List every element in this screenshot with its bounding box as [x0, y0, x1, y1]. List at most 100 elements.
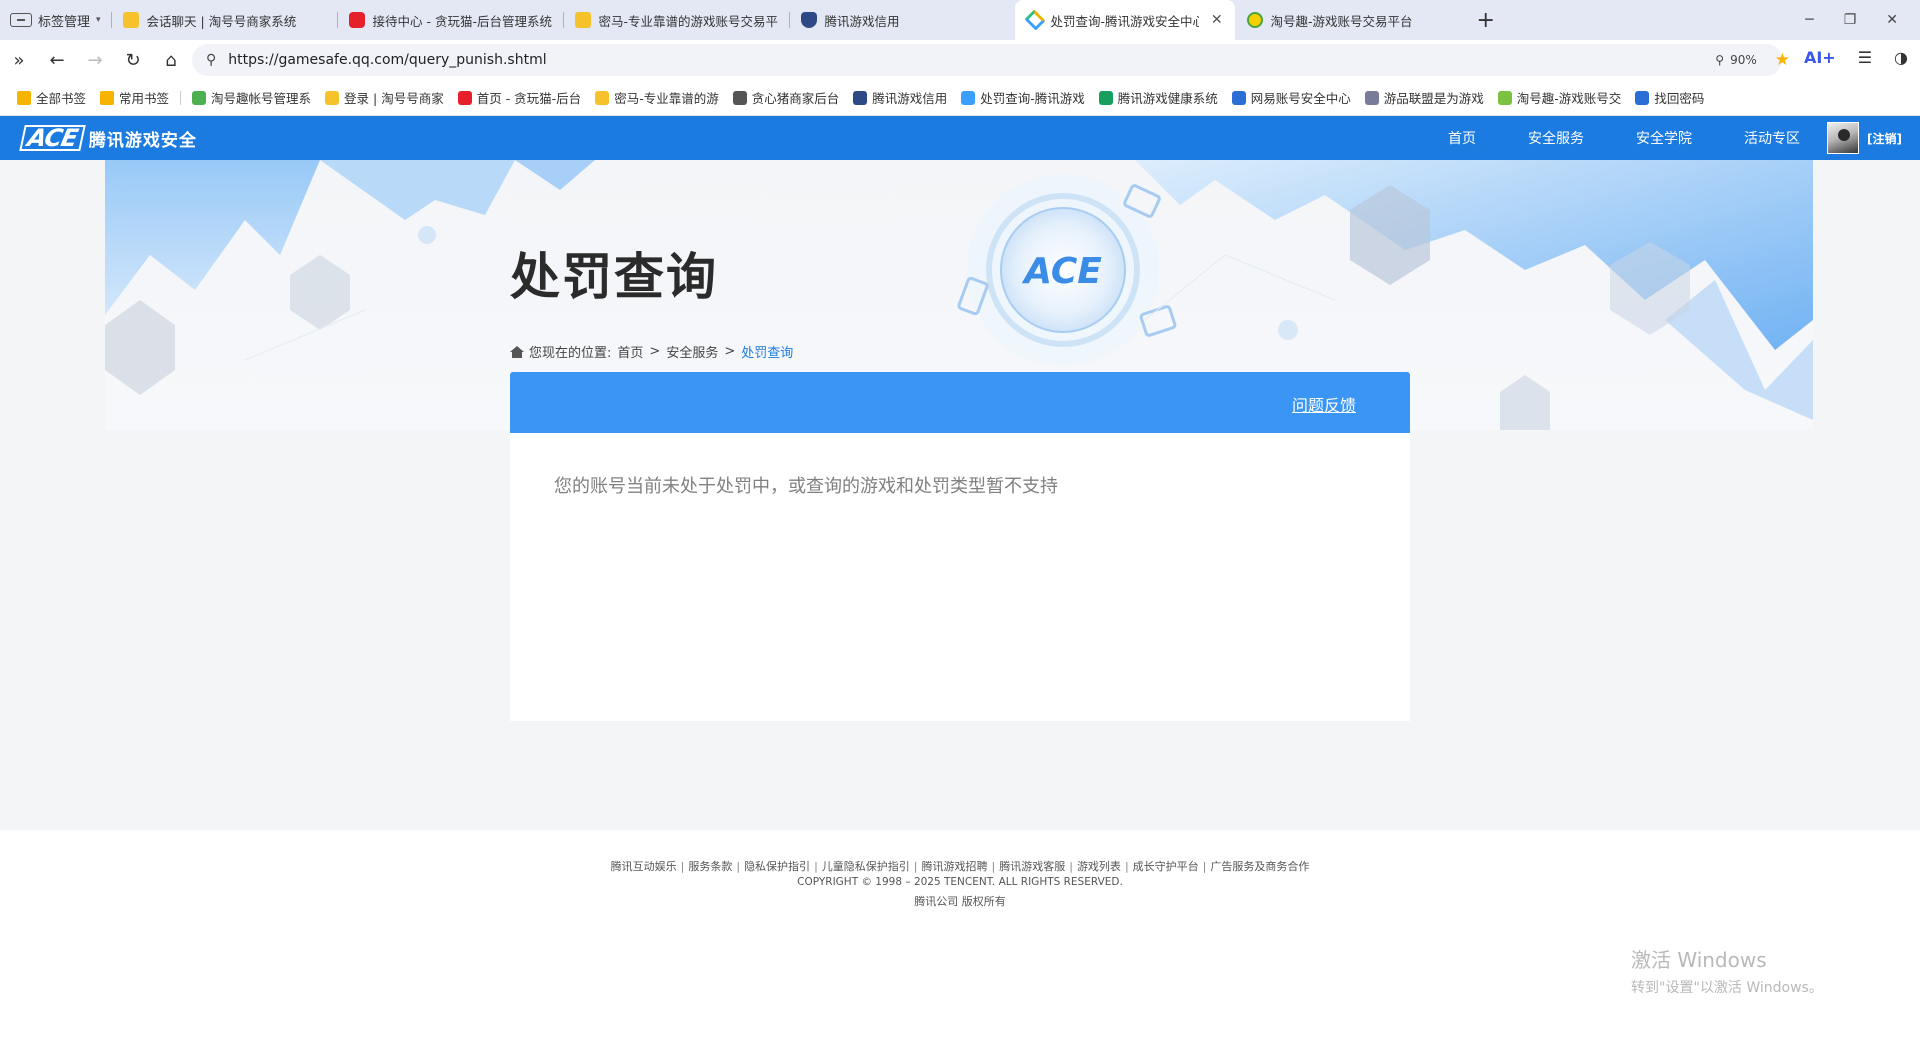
bubble-shape	[1278, 320, 1298, 340]
bookmark-item[interactable]: 密马-专业靠谱的游	[588, 88, 726, 107]
breadcrumb-home[interactable]: 首页	[617, 342, 643, 361]
tab-title: 接待中心 - 贪玩猫-后台管理系统	[372, 13, 553, 29]
user-area: [注销]	[1827, 122, 1902, 154]
left-peaks-shape	[515, 160, 595, 190]
reading-list-icon[interactable]: ☰	[1858, 48, 1872, 67]
bookmark-favicon-icon	[1231, 90, 1246, 105]
bookmark-label: 网易账号安全中心	[1250, 91, 1351, 106]
nav-home[interactable]: 首页	[1448, 128, 1476, 148]
bookmark-item[interactable]: 腾讯游戏健康系统	[1092, 88, 1225, 107]
tab-title: 淘号趣-游戏账号交易平台	[1270, 13, 1413, 29]
tab-title: 处罚查询-腾讯游戏安全中心官	[1050, 13, 1199, 29]
browser-tab-bar: 标签管理 ▾ 会话聊天 | 淘号号商家系统 接待中心 - 贪玩猫-后台管理系统 …	[0, 0, 1920, 40]
bookmark-label: 腾讯游戏信用	[872, 91, 948, 106]
feedback-link[interactable]: 问题反馈	[1292, 392, 1356, 416]
bookmark-favicon-icon	[853, 90, 868, 105]
bookmark-favicon-icon	[457, 90, 472, 105]
bookmark-label: 找回密码	[1654, 91, 1705, 106]
close-window-icon[interactable]: ✕	[1886, 12, 1898, 28]
new-tab-button[interactable]: +	[1461, 8, 1511, 33]
hex-character-shape	[1500, 375, 1550, 430]
footer-link[interactable]: 腾讯互动娱乐	[611, 860, 677, 873]
url-input[interactable]: ⚲ https://gamesafe.qq.com/query_punish.s…	[192, 44, 1782, 76]
footer-link[interactable]: 腾讯游戏客服	[999, 860, 1065, 873]
breadcrumb-security-services[interactable]: 安全服务	[666, 342, 718, 361]
tab-favicon-icon	[1246, 12, 1263, 28]
bookmark-item[interactable]: 腾讯游戏信用	[846, 88, 954, 107]
back-icon[interactable]: ←	[38, 50, 76, 71]
logout-link[interactable]: [注销]	[1867, 130, 1902, 147]
avatar[interactable]	[1827, 122, 1860, 154]
company-notice: 腾讯公司 版权所有	[914, 895, 1006, 908]
bookmark-label: 淘号趣帐号管理系	[211, 91, 312, 106]
watermark-line2: 转到"设置"以激活 Windows。	[1631, 980, 1823, 996]
bookmark-item[interactable]: 常用书签	[93, 88, 176, 107]
bookmark-favicon-icon	[1098, 90, 1113, 105]
bookmark-item[interactable]: 淘号趣帐号管理系	[185, 88, 318, 107]
footer-link[interactable]: 隐私保护指引	[744, 860, 810, 873]
bookmark-item[interactable]: 找回密码	[1628, 88, 1711, 107]
mesh-line	[1224, 254, 1336, 301]
bookmark-favicon-icon	[732, 90, 747, 105]
breadcrumb-separator: >	[649, 344, 661, 359]
watermark-line1: 激活 Windows	[1631, 948, 1767, 972]
bookmark-item[interactable]: 登录 | 淘号号商家	[318, 88, 451, 107]
bookmark-item[interactable]: 贪心猪商家后台	[726, 88, 847, 107]
tab-favicon-icon	[800, 12, 817, 28]
page-title: 处罚查询	[510, 248, 718, 306]
browser-tab[interactable]: 腾讯游戏信用	[788, 0, 1015, 40]
forward-icon[interactable]: →	[76, 50, 114, 71]
bookmark-star-icon[interactable]: ★	[1775, 50, 1790, 70]
bookmark-item[interactable]: 网易账号安全中心	[1225, 88, 1358, 107]
bookmark-label: 腾讯游戏健康系统	[1117, 91, 1218, 106]
nav-security-services[interactable]: 安全服务	[1528, 128, 1584, 148]
browser-tab[interactable]: 会话聊天 | 淘号号商家系统	[110, 0, 337, 40]
bubble-shape	[418, 226, 436, 244]
bookmark-favicon-icon	[961, 90, 976, 105]
bookmark-label: 全部书签	[36, 91, 87, 106]
bookmark-item[interactable]: 游品联盟是为游戏	[1358, 88, 1491, 107]
site-logo[interactable]: ACE 腾讯游戏安全	[19, 124, 197, 152]
bookmark-label: 密马-专业靠谱的游	[614, 91, 719, 106]
browser-tab[interactable]: 淘号趣-游戏账号交易平台	[1235, 0, 1461, 40]
zoom-indicator[interactable]: ⚲ 90% ★	[1715, 50, 1790, 70]
bookmark-item[interactable]: 首页 - 贪玩猫-后台	[451, 88, 588, 107]
result-message: 您的账号当前未处于处罚中，或查询的游戏和处罚类型暂不支持	[554, 476, 1058, 497]
footer-separator: |	[680, 860, 685, 873]
footer-link[interactable]: 游戏列表	[1077, 860, 1121, 873]
bookmark-item[interactable]: 全部书签	[10, 88, 93, 107]
nav-events[interactable]: 活动专区	[1744, 128, 1800, 148]
search-icon: ⚲	[206, 52, 217, 68]
footer-link[interactable]: 广告服务及商务合作	[1210, 860, 1309, 873]
footer-separator: |	[736, 860, 741, 873]
reload-icon[interactable]: ↻	[114, 50, 152, 71]
ace-logo-mark: ACE	[19, 124, 86, 152]
minimize-icon[interactable]: ─	[1805, 12, 1813, 28]
site-header: ACE 腾讯游戏安全 首页 安全服务 安全学院 活动专区 [注销]	[0, 116, 1920, 160]
home-icon[interactable]: ⌂	[152, 50, 190, 71]
bookmark-favicon-icon	[1497, 90, 1512, 105]
browser-tab[interactable]: 接待中心 - 贪玩猫-后台管理系统	[336, 0, 563, 40]
footer-link[interactable]: 腾讯游戏招聘	[922, 860, 988, 873]
restore-icon[interactable]: ❐	[1844, 12, 1857, 28]
footer-link[interactable]: 成长守护平台	[1133, 860, 1199, 873]
logo-text: 腾讯游戏安全	[88, 130, 197, 151]
footer-link[interactable]: 儿童隐私保护指引	[822, 860, 910, 873]
toolbar-right: AI+ ☰ ◑	[1804, 48, 1908, 67]
browser-tab[interactable]: 密马-专业靠谱的游戏账号交易平	[562, 0, 789, 40]
close-icon[interactable]: ✕	[1211, 12, 1223, 28]
extension-icon[interactable]: ◑	[1894, 48, 1908, 67]
tab-favicon-icon	[1023, 9, 1046, 31]
footer-link[interactable]: 服务条款	[688, 860, 732, 873]
browser-tab-active[interactable]: 处罚查询-腾讯游戏安全中心官 ✕	[1014, 0, 1235, 40]
sidebar-toggle-icon[interactable]: »	[0, 50, 38, 71]
footer-separator: |	[814, 860, 818, 873]
bookmark-item[interactable]: 处罚查询-腾讯游戏	[954, 88, 1092, 107]
bookmark-favicon-icon	[192, 90, 207, 105]
bookmark-item[interactable]: 淘号趣-游戏账号交	[1491, 88, 1629, 107]
home-icon	[510, 345, 524, 358]
tab-manager-button[interactable]: 标签管理 ▾	[0, 0, 111, 40]
ai-button[interactable]: AI+	[1804, 48, 1836, 67]
windows-activation-watermark: 激活 Windows 转到"设置"以激活 Windows。	[1631, 944, 1823, 997]
nav-security-academy[interactable]: 安全学院	[1636, 128, 1692, 148]
